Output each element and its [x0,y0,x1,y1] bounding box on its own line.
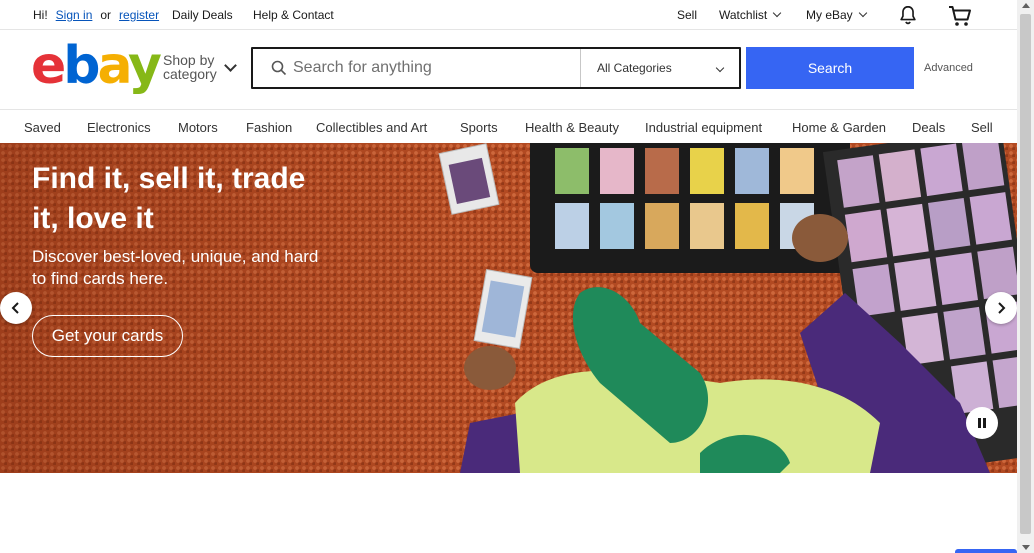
category-nav: Saved Electronics Motors Fashion Collect… [0,109,1017,143]
nav-item-electronics[interactable]: Electronics [87,120,151,135]
nav-item-collectibles-art[interactable]: Collectibles and Art [316,120,427,135]
chevron-left-icon [11,302,19,314]
or-text: or [100,8,112,22]
sign-in-greeting: Hi! Sign in or register [33,8,159,22]
watchlist-dropdown[interactable]: Watchlist [719,8,782,22]
page: Hi! Sign in or register Daily Deals Help… [0,0,1034,553]
nav-item-fashion[interactable]: Fashion [246,120,292,135]
pause-carousel-button[interactable] [966,407,998,439]
ebay-logo[interactable]: ebay [31,40,162,92]
category-label: category [163,66,217,82]
shop-by-label: Shop by [163,52,215,68]
daily-deals-link[interactable]: Daily Deals [172,8,233,22]
top-bar: Hi! Sign in or register Daily Deals Help… [0,0,1017,30]
advanced-search-link[interactable]: Advanced [924,62,973,74]
greeting-text: Hi! [33,8,48,22]
nav-item-sell[interactable]: Sell [971,120,993,135]
bell-icon[interactable] [897,4,919,29]
nav-item-industrial-equipment[interactable]: Industrial equipment [645,120,762,135]
scroll-down-arrow-icon[interactable] [1022,545,1030,550]
pause-icon [978,418,986,428]
feedback-tab[interactable] [955,549,1017,553]
nav-item-home-garden[interactable]: Home & Garden [792,120,886,135]
register-link[interactable]: register [119,8,159,22]
hero-title: Find it, sell it, trade it, love it [32,162,306,235]
next-slide-button[interactable] [985,292,1017,324]
my-ebay-dropdown[interactable]: My eBay [806,8,867,22]
nav-item-deals[interactable]: Deals [912,120,945,135]
chevron-down-icon [715,63,725,73]
chevron-down-icon [224,59,237,72]
get-your-cards-button[interactable]: Get your cards [32,315,183,357]
sell-link[interactable]: Sell [677,8,697,22]
search-button[interactable]: Search [746,47,914,89]
cart-icon[interactable] [947,4,973,31]
nav-item-health-beauty[interactable]: Health & Beauty [525,120,619,135]
search-box: All Categories [251,47,741,89]
search-icon [271,60,287,81]
watchlist-label: Watchlist [719,8,768,22]
search-input[interactable] [293,49,578,87]
my-ebay-label: My eBay [806,8,853,22]
nav-item-saved[interactable]: Saved [24,120,61,135]
scroll-thumb[interactable] [1020,14,1031,534]
scroll-up-arrow-icon[interactable] [1022,3,1030,8]
header: ebay Shop by category All Categories Sea… [0,31,1017,109]
hero-banner[interactable]: Find it, sell it, trade it, love it Disc… [0,143,1017,473]
vertical-scrollbar[interactable] [1017,0,1034,553]
category-select[interactable]: All Categories [580,49,741,87]
help-contact-link[interactable]: Help & Contact [253,8,334,22]
sign-in-link[interactable]: Sign in [56,8,93,22]
nav-item-sports[interactable]: Sports [460,120,498,135]
hero-subtitle: Discover best-loved, unique, and hard to… [32,247,319,288]
chevron-down-icon [772,8,782,18]
shop-by-category-button[interactable]: Shop by category [163,53,217,81]
chevron-down-icon [858,8,867,18]
previous-slide-button[interactable] [0,292,32,324]
nav-item-motors[interactable]: Motors [178,120,218,135]
category-select-value: All Categories [597,61,672,75]
chevron-right-icon [998,302,1006,314]
